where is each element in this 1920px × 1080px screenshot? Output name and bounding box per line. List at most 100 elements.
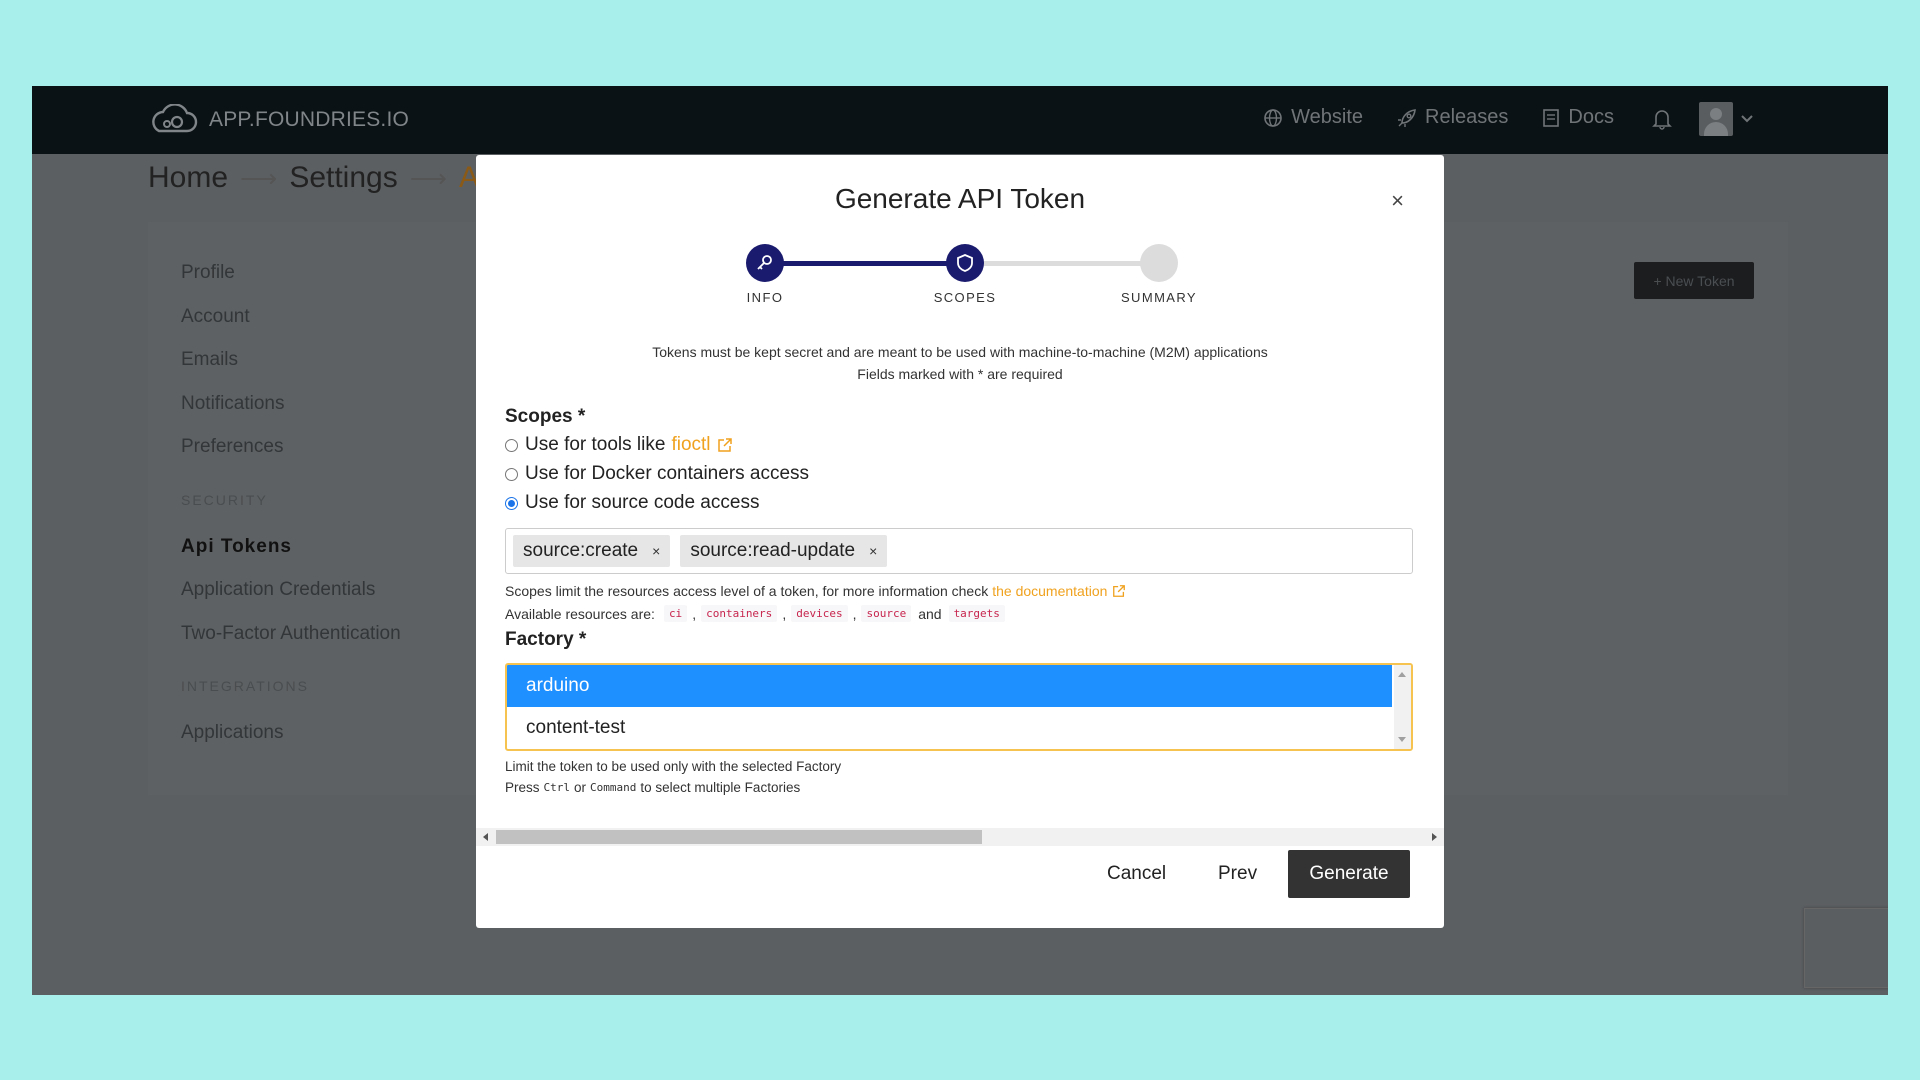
user-menu[interactable] bbox=[1699, 102, 1753, 136]
chevron-down-icon bbox=[1741, 115, 1753, 123]
sidebar-item-applications[interactable]: Applications bbox=[181, 722, 401, 766]
sidebar-item-api-tokens[interactable]: Api Tokens bbox=[181, 536, 401, 580]
documentation-link[interactable]: the documentation bbox=[992, 583, 1107, 599]
scope-tag: source:create × bbox=[513, 535, 671, 567]
notifications-button[interactable] bbox=[1652, 108, 1672, 135]
scope-tag: source:read-update × bbox=[680, 535, 888, 567]
factory-help-1: Limit the token to be used only with the… bbox=[505, 759, 842, 774]
notice-line-2: Fields marked with * are required bbox=[857, 366, 1063, 382]
horizontal-scrollbar[interactable] bbox=[476, 828, 1444, 846]
sidebar-item-emails[interactable]: Emails bbox=[181, 349, 401, 393]
generate-button[interactable]: Generate bbox=[1288, 850, 1410, 898]
new-token-button[interactable]: + New Token bbox=[1634, 262, 1754, 299]
step-info[interactable] bbox=[746, 244, 784, 282]
settings-sidebar: Profile Account Emails Notifications Pre… bbox=[181, 262, 401, 766]
resource-code: source bbox=[861, 605, 912, 622]
sidebar-item-preferences[interactable]: Preferences bbox=[181, 436, 401, 480]
resource-code: ci bbox=[663, 605, 688, 622]
scrollbar-thumb[interactable] bbox=[496, 830, 982, 844]
radio-fioctl[interactable] bbox=[505, 438, 518, 452]
scopes-help-label: Scopes limit the resources access level … bbox=[505, 583, 989, 599]
rocket-icon bbox=[1398, 108, 1416, 127]
stepper-remaining-line bbox=[965, 261, 1157, 266]
sidebar-item-account[interactable]: Account bbox=[181, 306, 401, 350]
factory-option[interactable]: content-test bbox=[507, 707, 1392, 749]
factory-help-post: to select multiple Factories bbox=[640, 780, 801, 795]
remove-tag-button[interactable]: × bbox=[869, 543, 877, 559]
step-scopes[interactable] bbox=[946, 244, 984, 282]
sidebar-item-notifications[interactable]: Notifications bbox=[181, 393, 401, 437]
key-icon bbox=[757, 255, 772, 270]
book-icon bbox=[1543, 108, 1560, 127]
scope-option-source-label: Use for source code access bbox=[525, 492, 760, 513]
nav-links: Website Releases Docs bbox=[1229, 106, 1614, 129]
prev-button[interactable]: Prev bbox=[1218, 850, 1257, 898]
scope-tag-label: source:create bbox=[523, 540, 639, 561]
scope-option-fioctl-label: Use for tools like bbox=[525, 434, 666, 455]
factory-select[interactable]: arduino content-test bbox=[505, 663, 1413, 751]
bell-icon bbox=[1652, 110, 1672, 130]
scope-option-fioctl[interactable]: Use for tools like fioctl bbox=[505, 434, 733, 456]
cloud-logo-icon bbox=[152, 104, 198, 133]
scope-option-docker[interactable]: Use for Docker containers access bbox=[505, 463, 809, 485]
nav-releases-link[interactable]: Releases bbox=[1397, 106, 1508, 129]
sidebar-item-profile[interactable]: Profile bbox=[181, 262, 401, 306]
scroll-up-icon bbox=[1398, 672, 1406, 677]
avatar bbox=[1699, 102, 1733, 136]
breadcrumb-separator: ⟶ bbox=[240, 162, 278, 193]
scroll-right-icon bbox=[1432, 833, 1437, 841]
radio-source[interactable] bbox=[505, 496, 518, 510]
key-ctrl: Ctrl bbox=[543, 781, 571, 794]
step-summary[interactable] bbox=[1140, 244, 1178, 282]
resource-code: containers bbox=[701, 605, 778, 622]
nav-website-link[interactable]: Website bbox=[1263, 106, 1363, 129]
step-label-scopes: SCOPES bbox=[933, 290, 997, 305]
generate-token-modal: Generate API Token × INFO SCOPES SUMMARY… bbox=[476, 155, 1444, 928]
token-notice: Tokens must be kept secret and are meant… bbox=[476, 341, 1444, 385]
nav-docs-label: Docs bbox=[1568, 106, 1614, 128]
resource-code: targets bbox=[948, 605, 1005, 622]
sidebar-item-two-factor[interactable]: Two-Factor Authentication bbox=[181, 623, 401, 667]
breadcrumb-separator: ⟶ bbox=[409, 162, 447, 193]
brand-name: APP.FOUNDRIES.IO bbox=[209, 108, 410, 131]
breadcrumb-settings[interactable]: Settings bbox=[289, 161, 397, 195]
remove-tag-button[interactable]: × bbox=[652, 543, 660, 559]
factory-option[interactable]: arduino bbox=[507, 665, 1392, 707]
scroll-down-icon bbox=[1398, 737, 1406, 742]
scroll-left-icon bbox=[483, 833, 488, 841]
radio-docker[interactable] bbox=[505, 467, 518, 481]
external-link-icon bbox=[717, 438, 732, 452]
globe-icon bbox=[1264, 108, 1282, 127]
stepper-progress-line bbox=[775, 261, 965, 266]
breadcrumb-home[interactable]: Home bbox=[148, 161, 228, 195]
nav-website-label: Website bbox=[1291, 106, 1364, 128]
step-label-info: INFO bbox=[746, 290, 784, 305]
modal-title: Generate API Token bbox=[834, 183, 1086, 214]
brand-logo[interactable]: APP.FOUNDRIES.IO bbox=[147, 104, 409, 136]
top-navbar: APP.FOUNDRIES.IO Website Releases Docs bbox=[32, 86, 1888, 154]
factory-help-2: Press Ctrl or Command to select multiple… bbox=[505, 780, 800, 795]
scopes-tag-input[interactable]: source:create × source:read-update × bbox=[505, 528, 1413, 574]
resources-prefix: Available resources are: bbox=[505, 605, 655, 622]
external-link-icon bbox=[1113, 585, 1126, 597]
sidebar-heading-security: SECURITY bbox=[181, 491, 268, 508]
sidebar-heading-integrations: INTEGRATIONS bbox=[181, 678, 309, 694]
scope-option-docker-label: Use for Docker containers access bbox=[525, 463, 810, 484]
key-command: Command bbox=[590, 781, 637, 794]
scopes-label: Scopes * bbox=[505, 406, 586, 427]
scope-tag-label: source:read-update bbox=[690, 540, 856, 561]
recaptcha-badge bbox=[1804, 908, 1888, 988]
factory-label: Factory * bbox=[505, 629, 587, 650]
scopes-help-text: Scopes limit the resources access level … bbox=[505, 583, 1126, 599]
breadcrumb: Home ⟶ Settings ⟶ Api bbox=[148, 161, 502, 195]
factory-help-press: Press bbox=[505, 780, 540, 795]
cancel-button[interactable]: Cancel bbox=[1107, 850, 1166, 898]
scope-option-source[interactable]: Use for source code access bbox=[505, 492, 759, 514]
resources-help-text: Available resources are: ci, containers,… bbox=[505, 605, 1010, 622]
close-button[interactable]: × bbox=[1391, 190, 1404, 212]
sidebar-item-application-credentials[interactable]: Application Credentials bbox=[181, 579, 401, 623]
listbox-scrollbar[interactable] bbox=[1394, 665, 1411, 749]
notice-line-1: Tokens must be kept secret and are meant… bbox=[652, 344, 1268, 360]
nav-docs-link[interactable]: Docs bbox=[1542, 106, 1614, 129]
fioctl-link[interactable]: fioctl bbox=[671, 434, 710, 456]
